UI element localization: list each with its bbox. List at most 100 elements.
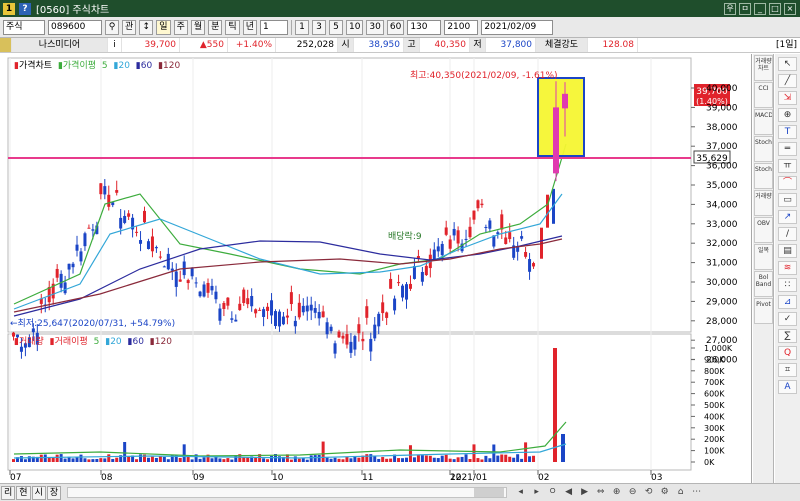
- volume-bar: [202, 457, 206, 462]
- bottom-tool-icon[interactable]: ⋯: [691, 487, 702, 498]
- tab-ri[interactable]: 리: [1, 485, 16, 500]
- volume-bar: [504, 454, 508, 462]
- period-tick-button[interactable]: 틱: [225, 19, 240, 35]
- indicator-button[interactable]: 거래량: [754, 190, 773, 216]
- period-minute-button[interactable]: 분: [208, 19, 223, 35]
- highlight-box[interactable]: [537, 77, 585, 157]
- volume-bar: [246, 457, 250, 462]
- link-button[interactable]: 우: [724, 2, 736, 15]
- search-icon[interactable]: ⚲: [105, 19, 119, 35]
- drawing-tool-icon[interactable]: T: [778, 125, 797, 139]
- bottom-tool-icon[interactable]: ▶: [579, 487, 590, 498]
- volume-bar: [317, 454, 321, 462]
- pin-button[interactable]: ㅁ: [739, 2, 751, 15]
- drawing-tool-icon[interactable]: ∷: [778, 278, 797, 292]
- candle-body: [448, 239, 452, 249]
- drawing-tool-icon[interactable]: ═: [778, 142, 797, 156]
- tab-si[interactable]: 시: [31, 485, 46, 500]
- candle-body: [67, 263, 71, 270]
- volume-bar: [532, 455, 536, 462]
- period-week-button[interactable]: 주: [173, 19, 188, 35]
- drawing-tool-icon[interactable]: ▭: [778, 193, 797, 207]
- volume-bar: [416, 454, 420, 462]
- drawing-tool-icon[interactable]: ㅠ: [778, 159, 797, 173]
- drawing-tool-icon[interactable]: ⌒: [778, 176, 797, 190]
- tab-hyeon[interactable]: 현: [16, 485, 31, 500]
- minute-5-button[interactable]: 5: [328, 19, 343, 35]
- bottom-tool-icon[interactable]: ⟲: [643, 487, 654, 498]
- drawing-tool-icon[interactable]: ✓: [778, 312, 797, 326]
- drawing-tool-icon[interactable]: A: [778, 380, 797, 394]
- bottom-tool-icon[interactable]: ⌂: [675, 487, 686, 498]
- help-icon[interactable]: ?: [19, 2, 31, 15]
- drawing-tool-icon[interactable]: ▤: [778, 244, 797, 258]
- indicator-button[interactable]: 일목: [754, 244, 773, 270]
- bottom-tool-icon[interactable]: ◂: [515, 487, 526, 498]
- drawing-tool-icon[interactable]: ╱: [778, 74, 797, 88]
- indicator-button[interactable]: Stoch: [754, 163, 773, 189]
- bottom-tool-icon[interactable]: ▸: [531, 487, 542, 498]
- candle-body: [31, 328, 35, 333]
- indicator-button[interactable]: MACD: [754, 109, 773, 135]
- drawing-tool-icon[interactable]: ↖: [778, 57, 797, 71]
- scroll-thumb[interactable]: [474, 488, 505, 497]
- title-bar: 1 ? [0560] 주식차트 우 ㅁ _ □ ×: [0, 0, 800, 17]
- candle-body: [250, 295, 254, 307]
- market-select[interactable]: 주식: [3, 19, 45, 35]
- total-input[interactable]: 2100: [444, 19, 479, 35]
- count-input[interactable]: 130: [407, 19, 442, 35]
- indicator-button[interactable]: Stoch: [754, 136, 773, 162]
- drawing-tool-icon[interactable]: ∑: [778, 329, 797, 343]
- period-day-button[interactable]: 일: [156, 19, 171, 35]
- bottom-tool-icon[interactable]: ⊖: [627, 487, 638, 498]
- chart-svg[interactable]: 35,629 ▮가격차트 ▮가격이평 5 ▮20 ▮60 ▮120 ▮거래량 ▮…: [0, 54, 752, 483]
- maximize-button[interactable]: □: [769, 2, 781, 15]
- drawing-tool-icon[interactable]: /: [778, 227, 797, 241]
- minute-10-button[interactable]: 10: [345, 19, 364, 35]
- period-month-button[interactable]: 월: [190, 19, 206, 35]
- minimize-button[interactable]: _: [754, 2, 766, 15]
- stock-name[interactable]: 나스미디어: [12, 38, 108, 52]
- close-button[interactable]: ×: [784, 2, 796, 15]
- chart-area[interactable]: 35,629 ▮가격차트 ▮가격이평 5 ▮20 ▮60 ▮120 ▮거래량 ▮…: [0, 54, 752, 483]
- prev-next-stepper[interactable]: ↕: [139, 19, 154, 35]
- volume-bar: [309, 455, 313, 462]
- strength-value: 128.08: [588, 38, 638, 52]
- tab-jang[interactable]: 장: [46, 485, 62, 500]
- bottom-tool-icon[interactable]: ⊕: [611, 487, 622, 498]
- low-annotation: ←최저:25,647(2020/07/31, +54.79%): [10, 318, 175, 329]
- interval-input[interactable]: 1: [259, 19, 288, 35]
- candle-body: [47, 286, 51, 303]
- bottom-tool-icon[interactable]: ⇔: [595, 487, 606, 498]
- drawing-tool-icon[interactable]: ⌗: [778, 363, 797, 377]
- period-indicator[interactable]: [1일]: [764, 38, 800, 52]
- indicator-button[interactable]: Bol Band: [754, 271, 773, 297]
- drawing-tool-icon[interactable]: ≋: [778, 261, 797, 275]
- indicator-button[interactable]: Pivot: [754, 298, 773, 324]
- minute-3-button[interactable]: 3: [311, 19, 326, 35]
- interest-button[interactable]: 관: [122, 19, 137, 35]
- candle-body: [119, 217, 123, 229]
- bottom-tool-icon[interactable]: ◀: [563, 487, 574, 498]
- bottom-tool-icon[interactable]: ⚙: [659, 487, 670, 498]
- info-icon[interactable]: i: [108, 38, 122, 52]
- drawing-tool-icon[interactable]: ↗: [778, 210, 797, 224]
- candle-body: [401, 285, 405, 298]
- bottom-tool-icon[interactable]: ㅇ: [547, 487, 558, 498]
- drawing-tool-icon[interactable]: ⇲: [778, 91, 797, 105]
- volume-bar: [178, 457, 182, 462]
- date-input[interactable]: 2021/02/09: [481, 19, 554, 35]
- drawing-tool-icon[interactable]: ⊿: [778, 295, 797, 309]
- minute-30-button[interactable]: 30: [366, 19, 384, 35]
- minute-1-button[interactable]: 1: [294, 19, 309, 35]
- minute-60-button[interactable]: 60: [386, 19, 405, 35]
- indicator-button[interactable]: 거래량차트: [754, 55, 773, 81]
- period-year-button[interactable]: 년: [242, 19, 257, 35]
- indicator-button[interactable]: OBV: [754, 217, 773, 243]
- stock-code-input[interactable]: 089600: [48, 19, 102, 35]
- horizontal-scrollbar[interactable]: [67, 487, 508, 498]
- candle-body: [150, 236, 154, 252]
- drawing-tool-icon[interactable]: Q: [778, 346, 797, 360]
- indicator-button[interactable]: CCI: [754, 82, 773, 108]
- drawing-tool-icon[interactable]: ⊕: [778, 108, 797, 122]
